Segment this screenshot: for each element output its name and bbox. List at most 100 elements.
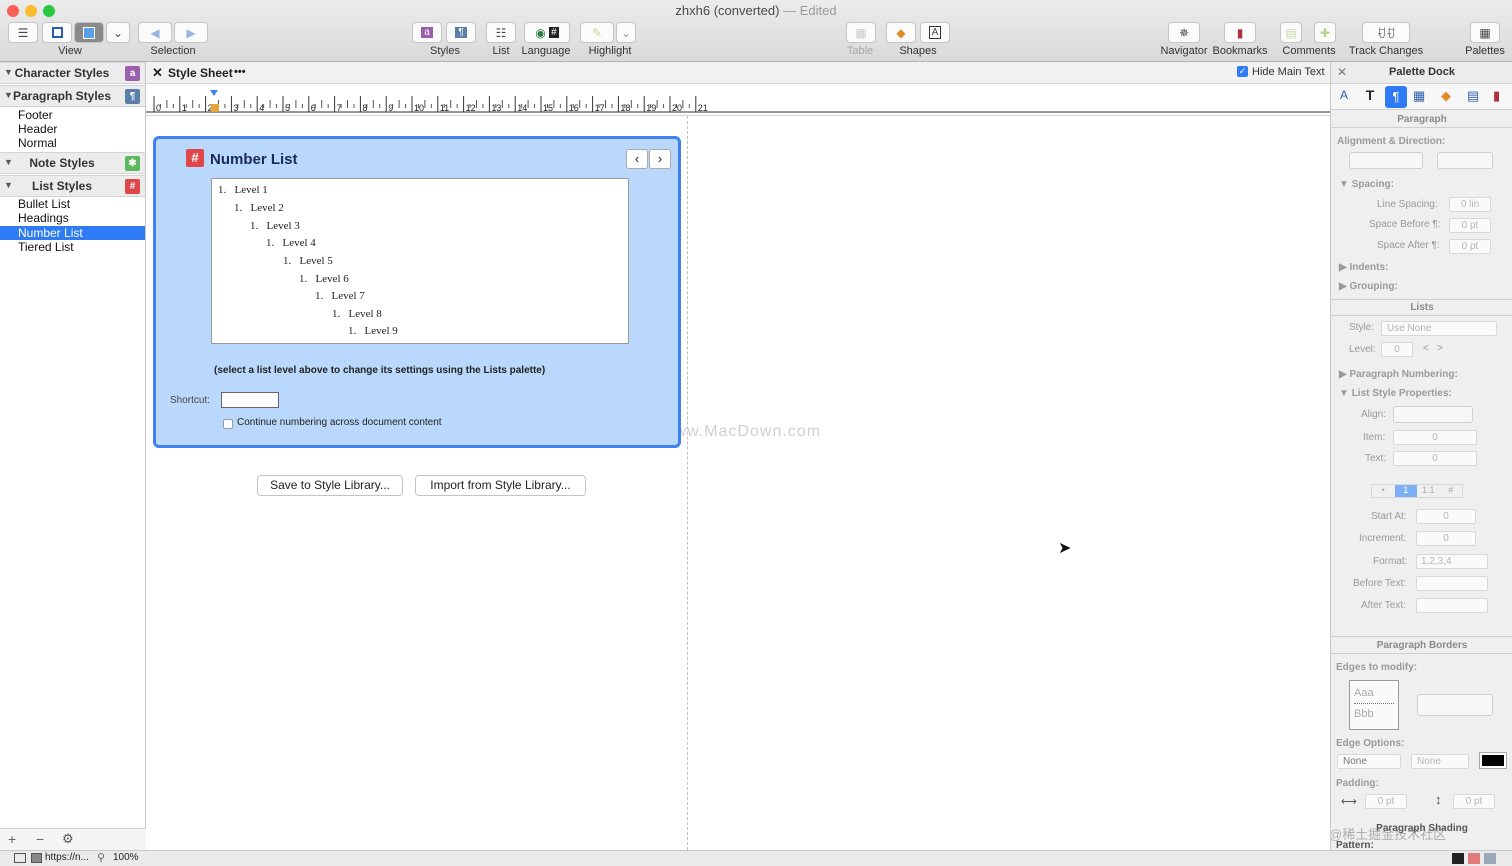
shapes-palette-icon[interactable]: ◆	[1441, 88, 1451, 104]
line-spacing-field[interactable]: 0 lin	[1449, 197, 1491, 212]
note-styles-header[interactable]: ▼ Note Styles ✱	[0, 152, 145, 174]
continue-numbering-checkbox[interactable]	[223, 419, 233, 429]
paragraph-style-item[interactable]: Header	[0, 122, 145, 136]
number-tab[interactable]: 1	[1394, 485, 1417, 497]
after-text-field[interactable]	[1416, 598, 1488, 613]
item-indent-field[interactable]: 0	[1393, 430, 1477, 445]
bookmark-palette-icon[interactable]: ▮	[1493, 88, 1500, 104]
edge-preview[interactable]: Aaa Bbb	[1349, 680, 1399, 730]
navigator-button[interactable]: ✵	[1168, 22, 1200, 43]
view-status-icon[interactable]	[1484, 853, 1496, 864]
hide-main-text-checkbox[interactable]: ✓	[1237, 66, 1248, 77]
tab-style-sheet[interactable]: Style Sheet	[168, 66, 233, 80]
ruler[interactable]: 0123456789101112131415161718192021	[146, 84, 1330, 116]
paragraph-palette-icon[interactable]: ¶	[1385, 86, 1407, 108]
paragraph-alignment-control[interactable]	[1349, 152, 1423, 169]
list-style-select[interactable]: Use None	[1381, 321, 1497, 336]
list-style-properties-section[interactable]: ▼ List Style Properties:	[1339, 388, 1452, 399]
list-level-4[interactable]: 1. Level 4	[266, 237, 316, 249]
hash-icon[interactable]	[1452, 853, 1464, 864]
note-style-icon[interactable]: ✱	[125, 156, 140, 171]
list-level-1[interactable]: 1. Level 1	[218, 184, 268, 196]
character-palette-icon[interactable]: A	[1335, 88, 1353, 106]
edge-style-select[interactable]: None	[1337, 754, 1401, 769]
space-before-field[interactable]: 0 pt	[1449, 218, 1491, 233]
list-styles-header[interactable]: ▼ List Styles #	[0, 175, 145, 197]
left-indent-marker[interactable]	[211, 104, 219, 112]
highlight-button[interactable]: ✎	[580, 22, 614, 43]
add-comment-button[interactable]: ✚	[1314, 22, 1336, 43]
increment-field[interactable]: 0	[1416, 531, 1476, 546]
text-indent-field[interactable]: 0	[1393, 451, 1477, 466]
list-style-item[interactable]: Tiered List	[0, 240, 145, 254]
more-options-icon[interactable]: •••	[234, 66, 246, 78]
shortcut-input[interactable]	[221, 392, 279, 408]
view-dropdown-button[interactable]: ⌄	[106, 22, 130, 43]
zoom-level[interactable]: 100%	[113, 852, 139, 863]
character-styles-header[interactable]: ▼ Character Styles a	[0, 62, 145, 84]
text-palette-icon[interactable]: T	[1361, 87, 1379, 105]
save-to-style-library-button[interactable]: Save to Style Library...	[257, 475, 403, 496]
character-styles-button[interactable]: a	[412, 22, 442, 43]
add-style-button[interactable]: +	[8, 831, 16, 847]
shapes-button[interactable]: ◆	[886, 22, 916, 43]
table-status-icon[interactable]	[1468, 853, 1480, 864]
list-align-control[interactable]	[1393, 406, 1473, 423]
edge-width-select[interactable]: None	[1411, 754, 1469, 769]
edge-color-well[interactable]	[1479, 752, 1507, 769]
paragraph-styles-header[interactable]: ▼ Paragraph Styles ¶	[0, 85, 145, 107]
list-level-field[interactable]: 0	[1381, 342, 1413, 357]
comments-list-button[interactable]: ▤	[1280, 22, 1302, 43]
list-style-item[interactable]: Bullet List	[0, 197, 145, 211]
paragraph-style-item[interactable]: Normal	[0, 136, 145, 150]
list-level-3[interactable]: 1. Level 3	[250, 220, 300, 232]
list-style-icon[interactable]: #	[125, 179, 140, 194]
vertical-padding-field[interactable]: 0 pt	[1453, 794, 1495, 809]
bookmarks-button[interactable]: ▮	[1224, 22, 1256, 43]
previous-style-button[interactable]: ‹	[626, 149, 648, 169]
highlight-dropdown-button[interactable]: ⌄	[616, 22, 636, 43]
forward-button[interactable]: ▶	[174, 22, 208, 43]
space-after-field[interactable]: 0 pt	[1449, 239, 1491, 254]
sidebar-toggle-button[interactable]: ☰	[8, 22, 38, 43]
text-direction-control[interactable]	[1437, 152, 1493, 169]
bullet-tab[interactable]: •	[1372, 485, 1395, 497]
numbering-type-tabs[interactable]: • 1 1.1 #	[1371, 484, 1463, 498]
custom-tab[interactable]: #	[1440, 485, 1463, 497]
textbox-button[interactable]: A	[920, 22, 950, 43]
character-style-icon[interactable]: a	[125, 66, 140, 81]
palettes-button[interactable]: ▦	[1470, 22, 1500, 43]
close-icon[interactable]: ✕	[152, 65, 163, 81]
paragraph-styles-button[interactable]: ¶	[446, 22, 476, 43]
before-text-field[interactable]	[1416, 576, 1488, 591]
level-stepper[interactable]: < >	[1423, 343, 1443, 354]
list-level-8[interactable]: 1. Level 8	[332, 308, 382, 320]
edge-selector[interactable]	[1417, 694, 1493, 716]
layout-icon[interactable]	[14, 853, 26, 863]
layout-palette-icon[interactable]: ▤	[1467, 88, 1479, 104]
status-url[interactable]: https://n...	[45, 852, 89, 863]
list-level-5[interactable]: 1. Level 5	[283, 255, 333, 267]
back-button[interactable]: ◀	[138, 22, 172, 43]
paragraph-numbering-section[interactable]: ▶ Paragraph Numbering:	[1339, 369, 1458, 380]
next-style-button[interactable]: ›	[649, 149, 671, 169]
grouping-section[interactable]: ▶ Grouping:	[1339, 281, 1398, 292]
format-select[interactable]: 1,2,3,4	[1416, 554, 1488, 569]
list-level-2[interactable]: 1. Level 2	[234, 202, 284, 214]
horizontal-padding-field[interactable]: 0 pt	[1365, 794, 1407, 809]
list-style-item[interactable]: Headings	[0, 211, 145, 225]
import-from-style-library-button[interactable]: Import from Style Library...	[415, 475, 586, 496]
list-button[interactable]: ☷	[486, 22, 516, 43]
draft-view-button[interactable]	[74, 22, 104, 43]
list-level-7[interactable]: 1. Level 7	[315, 290, 365, 302]
gear-icon[interactable]: ⚙	[62, 831, 74, 847]
track-changes-button[interactable]: ꀀꀀ	[1362, 22, 1410, 43]
start-at-field[interactable]: 0	[1416, 509, 1476, 524]
remove-style-button[interactable]: −	[36, 831, 44, 847]
table-palette-icon[interactable]: ▦	[1413, 88, 1425, 104]
language-button[interactable]: ◉ #	[524, 22, 570, 43]
paragraph-style-icon[interactable]: ¶	[125, 89, 140, 104]
list-level-6[interactable]: 1. Level 6	[299, 273, 349, 285]
list-level-9[interactable]: 1. Level 9	[348, 325, 398, 337]
indents-section[interactable]: ▶ Indents:	[1339, 262, 1388, 273]
